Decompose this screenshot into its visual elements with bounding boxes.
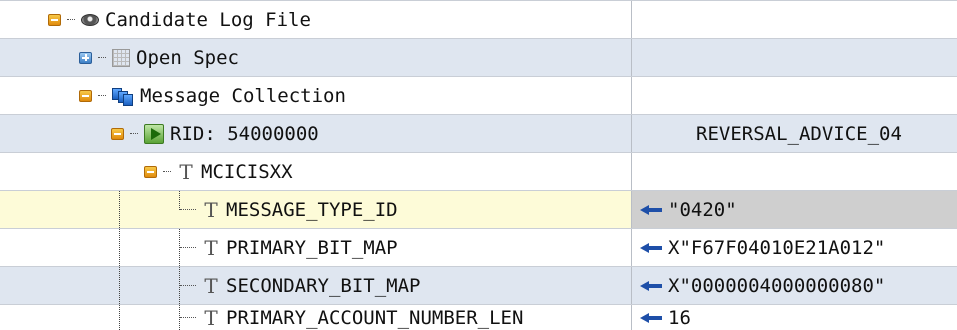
node-label: RID: 54000000	[170, 122, 319, 145]
tree-row-open-spec[interactable]: Open Spec	[0, 39, 957, 77]
tree-connector	[130, 133, 138, 134]
tree-connector	[98, 95, 106, 96]
tree-cell-label: T MCICISXX	[0, 153, 632, 190]
tree-connector	[180, 209, 196, 210]
collapse-icon[interactable]	[111, 127, 124, 140]
text-field-icon: T	[204, 197, 218, 222]
tree-row-secondary-bit-map[interactable]: T SECONDARY_BIT_MAP X"0000004000000080"	[0, 267, 957, 305]
node-value: "0420"	[668, 198, 737, 221]
node-label: Message Collection	[140, 84, 346, 107]
tree-guide-line	[119, 267, 120, 304]
tree-cell-label: T PRIMARY_BIT_MAP	[0, 229, 632, 266]
node-label: Candidate Log File	[105, 8, 311, 31]
text-field-icon: T	[204, 305, 218, 330]
tree-row-primary-bit-map[interactable]: T PRIMARY_BIT_MAP X"F67F04010E21A012"	[0, 229, 957, 267]
tree-cell-value	[632, 77, 957, 114]
node-value: REVERSAL_ADVICE_04	[696, 122, 902, 145]
tree-connector	[180, 247, 196, 248]
node-value: 16	[668, 306, 691, 329]
tree-guide-line	[119, 191, 120, 228]
tree-connector	[163, 171, 171, 172]
arrow-left-icon	[640, 242, 662, 253]
node-label: PRIMARY_BIT_MAP	[226, 236, 398, 259]
text-field-icon: T	[204, 235, 218, 260]
tree-cell-value: REVERSAL_ADVICE_04	[632, 115, 957, 152]
arrow-left-icon	[640, 204, 662, 215]
arrow-left-icon	[640, 280, 662, 291]
node-label: MCICISXX	[201, 160, 293, 183]
tree-row-message-collection[interactable]: Message Collection	[0, 77, 957, 115]
tree-row-rid[interactable]: RID: 54000000 REVERSAL_ADVICE_04	[0, 115, 957, 153]
node-label: PRIMARY_ACCOUNT_NUMBER_LEN	[226, 306, 524, 329]
tree-cell-value: X"F67F04010E21A012"	[632, 229, 957, 266]
collapse-icon[interactable]	[48, 13, 61, 26]
disk-icon	[81, 13, 99, 26]
tree-cell-label: T MESSAGE_TYPE_ID	[0, 191, 632, 228]
text-field-icon: T	[179, 159, 193, 184]
collapse-icon[interactable]	[79, 89, 92, 102]
tree-cell-label: RID: 54000000	[0, 115, 632, 152]
tree-guide-line	[119, 229, 120, 266]
tree-row-candidate-log-file[interactable]: Candidate Log File	[0, 1, 957, 39]
expand-icon[interactable]	[79, 51, 92, 64]
tree-row-mcicisxx[interactable]: T MCICISXX	[0, 153, 957, 191]
tree-cell-label: T PRIMARY_ACCOUNT_NUMBER_LEN	[0, 305, 632, 330]
tree-connector	[67, 19, 75, 20]
node-label: SECONDARY_BIT_MAP	[226, 274, 421, 297]
tree-cell-value	[632, 153, 957, 190]
tree-connector	[180, 317, 196, 318]
tree-connector	[180, 285, 196, 286]
tree-cell-label: T SECONDARY_BIT_MAP	[0, 267, 632, 304]
tree-cell-value: 16	[632, 305, 957, 330]
tree-row-message-type-id[interactable]: T MESSAGE_TYPE_ID "0420"	[0, 191, 957, 229]
messages-icon	[112, 86, 134, 106]
node-value: X"0000004000000080"	[668, 274, 886, 297]
node-value: X"F67F04010E21A012"	[668, 236, 886, 259]
node-label: MESSAGE_TYPE_ID	[226, 198, 398, 221]
collapse-icon[interactable]	[144, 165, 157, 178]
arrow-left-icon	[640, 312, 662, 323]
tree-cell-value	[632, 1, 957, 38]
tree-cell-label: Open Spec	[0, 39, 632, 76]
message-tree: Candidate Log File Open Spec Message Col…	[0, 0, 957, 330]
tree-row-primary-account-number-len[interactable]: T PRIMARY_ACCOUNT_NUMBER_LEN 16	[0, 305, 957, 330]
text-field-icon: T	[204, 273, 218, 298]
node-label: Open Spec	[136, 46, 239, 69]
tree-cell-label: Message Collection	[0, 77, 632, 114]
tree-cell-label: Candidate Log File	[0, 1, 632, 38]
tree-cell-value: X"0000004000000080"	[632, 267, 957, 304]
tree-connector	[98, 57, 106, 58]
play-icon	[144, 123, 164, 144]
tree-cell-value: "0420"	[632, 191, 957, 228]
grid-icon	[112, 48, 130, 67]
tree-cell-value	[632, 39, 957, 76]
tree-guide-line	[119, 305, 120, 330]
